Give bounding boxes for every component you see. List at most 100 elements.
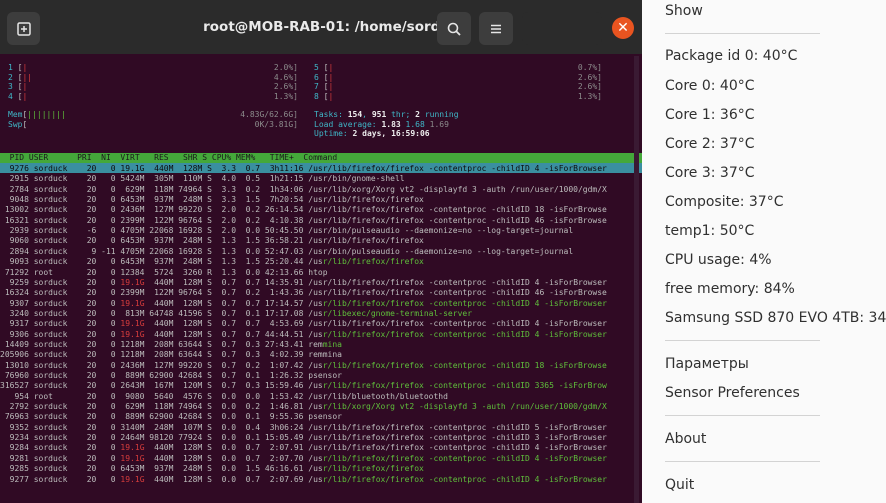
table-row[interactable]: 9352 sorduck 20 0 3140M 248M 107M S 0.0 … [0,423,634,433]
menu-item-core1[interactable]: Core 1: 36°C [665,107,755,123]
table-row[interactable]: 76963 sorduck 20 0 889M 62900 42684 S 0.… [0,412,634,422]
table-row[interactable]: 2894 sorduck 9 -11 4705M 22068 16928 S 1… [0,247,634,257]
table-row[interactable]: 16321 sorduck 20 0 2399M 122M 96764 S 2.… [0,216,634,226]
menu-item-sensor-preferences[interactable]: Sensor Preferences [665,385,800,401]
swap-value: 0K/3.81G] [254,119,298,129]
row-command: nsor [322,371,342,380]
table-row[interactable]: 2792 sorduck 20 0 629M 118M 74964 S 0.0 … [0,402,634,412]
row-command: r/lib/firefox/firefox -contentproc -chil… [322,474,607,484]
row-virt: 19.1G [120,453,145,463]
row-command: r/lib/firefox/firefox -contentproc -chil… [322,381,607,391]
table-row[interactable]: 9317 sorduck 20 0 19.1G 440M 128M S 0.7 … [0,319,634,329]
table-row[interactable]: 9093 sorduck 20 0 6453M 937M 248M S 1.3 … [0,257,634,267]
new-tab-icon [16,21,31,36]
table-row[interactable]: 76960 sorduck 20 0 889M 62900 42684 S 0.… [0,371,634,381]
row-fields-pre: 9306 sorduck 20 0 [0,329,121,339]
row-fields: 71292 root 20 0 12384 5724 3260 R 1.3 0.… [0,267,323,277]
row-command: r/lib/firefox/firefox -contentproc -chil… [322,422,607,432]
table-row[interactable]: 9306 sorduck 20 0 19.1G 440M 128M S 0.7 … [0,330,634,340]
cpu-meter-7: 7 [| 2.6%] [314,82,602,92]
menu-item-core3[interactable]: Core 3: 37°C [665,165,755,181]
row-fields: 9281 sorduck 20 0 19.1G 440M 128M S 0.0 … [0,454,323,463]
close-button[interactable]: ✕ [612,17,634,39]
table-row[interactable]: 9234 sorduck 20 0 2464M 98120 77924 S 0.… [0,433,634,443]
table-row[interactable]: 9259 sorduck 20 0 19.1G 440M 128M S 0.7 … [0,278,634,288]
menu-item-composite[interactable]: Composite: 37°C [665,194,783,210]
row-fields: 9284 sorduck 20 0 19.1G 440M 128M S 0.0 … [0,443,323,452]
row-command: r/libexec/gnome-terminal-server [322,308,473,318]
cpu-meter-8: 8 [| 1.3%] [314,92,602,102]
menu-item-ssd-temp[interactable]: Samsung SSD 870 EVO 4TB: 34°C [665,310,886,326]
menu-item-package-temp[interactable]: Package id 0: 40°C [665,48,797,64]
row-fields: 3240 sorduck 20 0 813M 64748 41596 S 0.7… [0,308,323,318]
menu-button[interactable] [479,12,513,45]
menu-item-temp1[interactable]: temp1: 50°C [665,223,754,239]
swap-label: Swp [8,119,23,129]
row-fields: 16324 sorduck 20 0 2399M 122M 96764 S 0.… [0,288,323,298]
terminal-scrollbar[interactable] [634,56,639,503]
terminal-area[interactable]: PID USER PRI NI VIRT RES SHR S CPU% MEM%… [0,54,642,503]
table-row[interactable]: 9276 sorduck 20 0 19.1G 440M 128M S 3.3 … [0,164,634,174]
menu-separator [665,340,820,341]
row-fields-pre: 9277 sorduck 20 0 [0,474,121,484]
row-fields: 9093 sorduck 20 0 6453M 937M 248M S 1.3 … [0,257,323,267]
uptime: Uptime: 2 days, 16:59:06 [314,129,430,139]
cpu-meter-3-percent: 2.6%] [273,82,298,92]
row-fields: 2939 sorduck -6 0 4705M 22068 16928 S 2.… [0,226,323,236]
table-row[interactable]: 9307 sorduck 20 0 19.1G 440M 128M S 0.7 … [0,299,634,309]
row-command: r/lib/firefox/firefox -contentproc -chil… [322,215,607,225]
new-tab-button[interactable] [7,12,40,45]
table-row[interactable]: 2784 sorduck 20 0 629M 118M 74964 S 3.3 … [0,185,634,195]
row-virt: 19.1G [120,329,145,339]
table-row[interactable]: 13010 sorduck 20 0 2436M 127M 99220 S 0.… [0,361,634,371]
table-row[interactable]: 9281 sorduck 20 0 19.1G 440M 128M S 0.0 … [0,454,634,464]
memory-bar-fill: |||||||| [27,110,66,119]
search-button[interactable] [437,12,471,45]
table-row[interactable]: 2915 sorduck 20 0 5424M 305M 110M S 4.0 … [0,174,634,184]
menu-separator [665,461,820,462]
table-row[interactable]: 3240 sorduck 20 0 813M 64748 41596 S 0.7… [0,309,634,319]
row-command: r/lib/firefox/firefox -contentproc -chil… [322,205,607,215]
process-table-header[interactable]: PID USER PRI NI VIRT RES SHR S CPU% MEM%… [0,153,642,163]
row-fields: 2792 sorduck 20 0 629M 118M 74964 S 0.0 … [0,402,323,412]
row-fields: 13010 sorduck 20 0 2436M 127M 99220 S 0.… [0,360,323,370]
menu-item-show[interactable]: Show [665,3,703,19]
row-fields: 9306 sorduck 20 0 19.1G 440M 128M S 0.7 … [0,330,323,339]
row-virt: 19.1G [120,277,145,287]
menu-item-core2[interactable]: Core 2: 37°C [665,136,755,152]
table-row[interactable]: 9284 sorduck 20 0 19.1G 440M 128M S 0.0 … [0,443,634,453]
cpu-meter-8-fill: | [328,92,334,102]
row-fields-post: 440M 128M S 0.0 0.7 2:07.69 /us [144,474,323,484]
menu-item-about[interactable]: About [665,431,706,447]
menu-item-free-memory[interactable]: free memory: 84% [665,281,795,297]
table-row[interactable]: 13002 sorduck 20 0 2436M 127M 99220 S 2.… [0,205,634,215]
menu-item-quit[interactable]: Quit [665,477,694,493]
table-row[interactable]: 9285 sorduck 20 0 6453M 937M 248M S 0.0 … [0,464,634,474]
row-fields-post: 440M 128M S 0.7 0.7 4:53.69 /us [144,319,323,329]
table-row[interactable]: 2939 sorduck -6 0 4705M 22068 16928 S 2.… [0,226,634,236]
table-row[interactable]: 9277 sorduck 20 0 19.1G 440M 128M S 0.0 … [0,475,634,485]
row-command: r/lib/firefox/firefox [322,236,424,246]
table-row[interactable]: 16324 sorduck 20 0 2399M 122M 96764 S 0.… [0,288,634,298]
menu-item-parameters[interactable]: Параметры [665,356,749,372]
row-fields-post: 440M 128M S 0.0 0.7 2:07.91 /us [144,443,323,453]
menu-item-cpu-usage[interactable]: CPU usage: 4% [665,252,772,268]
table-row[interactable]: 9048 sorduck 20 0 6453M 937M 248M S 3.3 … [0,195,634,205]
cpu-meter-5-percent: 0.7%] [577,63,602,72]
table-row[interactable]: 205906 sorduck 20 0 1218M 208M 63644 S 0… [0,350,634,360]
row-fields: 316527 sorduck 20 0 2643M 167M 120M S 0.… [0,381,323,391]
cpu-meter-1: 1 [| 2.0%] [8,63,298,73]
table-row[interactable]: 71292 root 20 0 12384 5724 3260 R 1.3 0.… [0,268,634,278]
menu-item-core0[interactable]: Core 0: 40°C [665,78,755,94]
table-row[interactable]: 954 root 20 0 9080 5640 4576 S 0.0 0.0 1… [0,392,634,402]
cpu-meter-2-percent: 4.6%] [273,72,298,82]
search-icon [447,22,461,36]
row-fields: 76963 sorduck 20 0 889M 62900 42684 S 0.… [0,412,323,422]
table-row[interactable]: 14409 sorduck 20 0 1218M 208M 63644 S 0.… [0,340,634,350]
memory-label: Mem [8,110,23,119]
row-command: r/lib/xorg/Xorg vt2 -displayfd 3 -auth /… [322,402,607,412]
table-row[interactable]: 316527 sorduck 20 0 2643M 167M 120M S 0.… [0,381,634,391]
cpu-meter-7-fill: | [328,82,334,92]
table-row[interactable]: 9060 sorduck 20 0 6453M 937M 248M S 1.3 … [0,236,634,246]
row-fields-post: 440M 128M S 0.7 0.7 14:35.91 /us [144,277,323,287]
